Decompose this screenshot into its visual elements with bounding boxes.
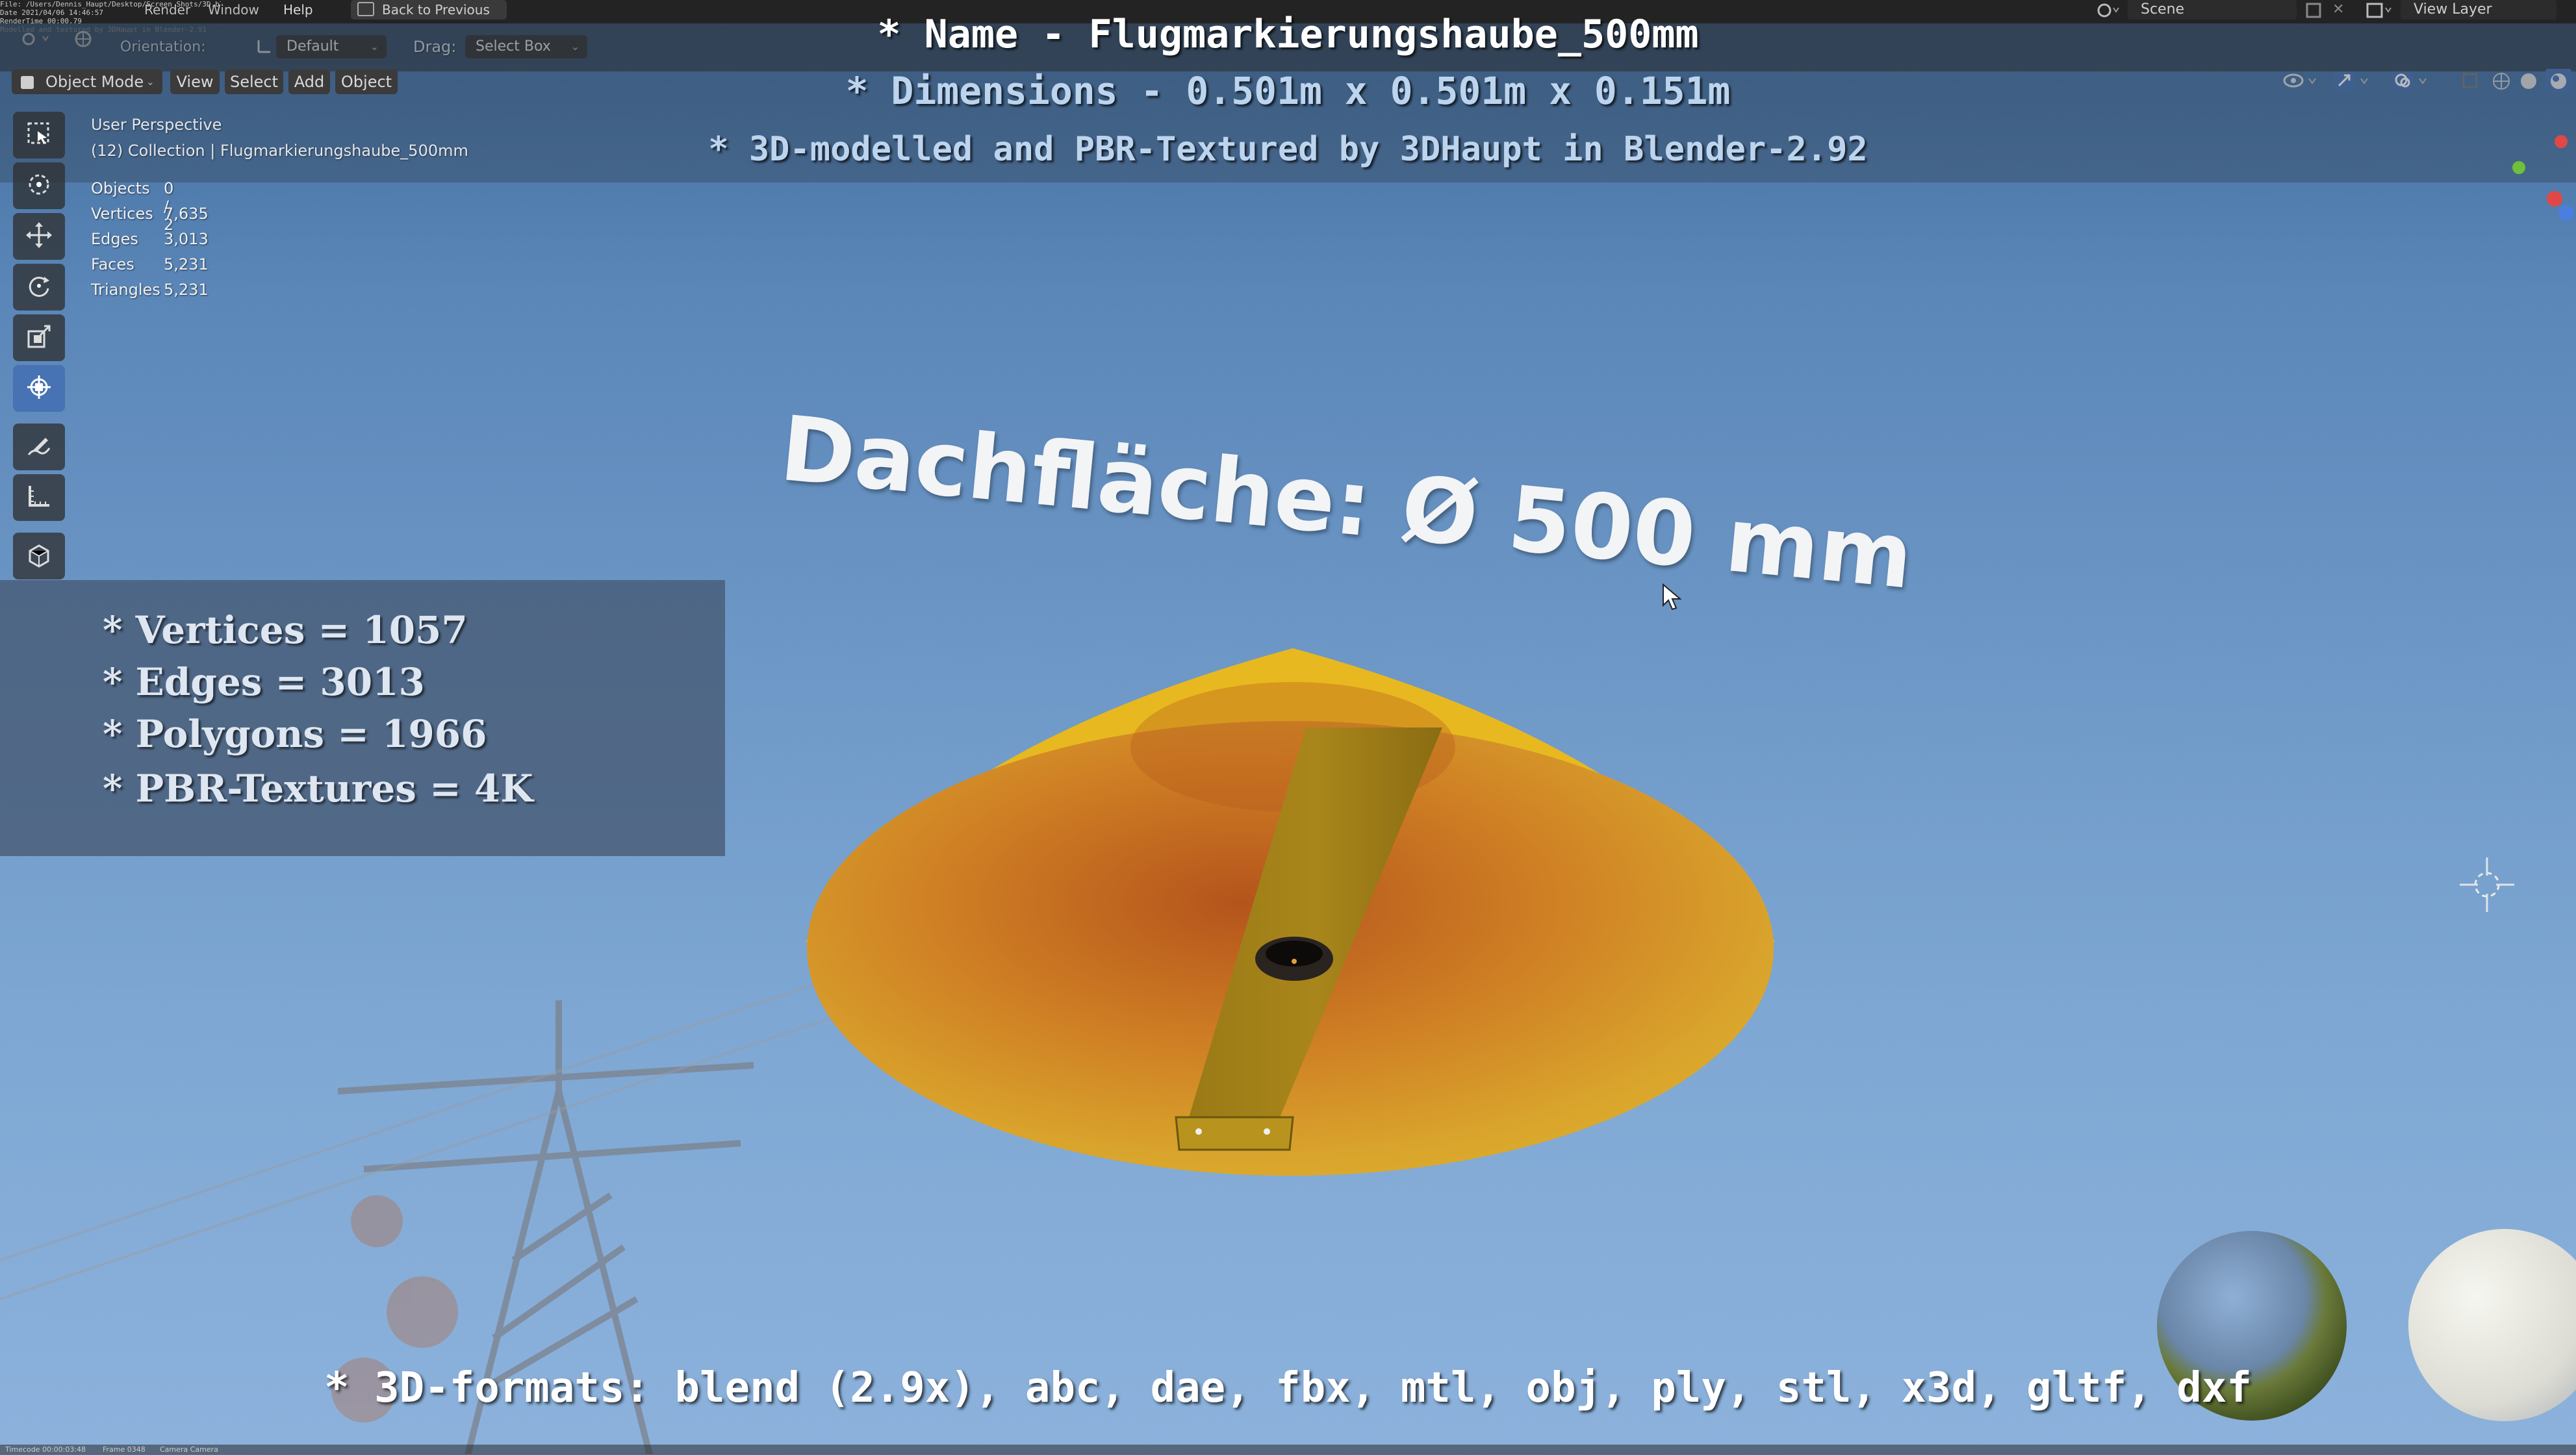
panel-vertices: * Vertices = 1057 xyxy=(103,608,468,652)
status-camera: Camera Camera xyxy=(160,1445,218,1454)
add-cube-icon xyxy=(25,540,53,572)
file-formats-line: * 3D-formats: blend (2.9x), abc, dae, fb… xyxy=(324,1364,2252,1412)
stat-value: 5,231 xyxy=(164,281,209,299)
scale-tool[interactable] xyxy=(13,314,65,361)
cursor-tool[interactable] xyxy=(13,162,65,209)
panel-textures: * PBR-Textures = 4K xyxy=(103,766,533,811)
mouse-pointer-icon xyxy=(1663,583,1682,611)
transform-tool[interactable] xyxy=(13,365,65,412)
stat-key: Vertices xyxy=(91,205,153,223)
tool-sidebar xyxy=(13,112,68,579)
select-box-icon xyxy=(25,120,53,151)
stat-key: Faces xyxy=(91,255,134,273)
annotate-tool[interactable] xyxy=(13,424,65,470)
measure-tool[interactable] xyxy=(13,474,65,521)
status-timecode: Timecode 00:00:03:48 xyxy=(5,1445,86,1454)
panel-polygons: * Polygons = 1966 xyxy=(103,712,487,756)
model-stats-panel: * Vertices = 1057 * Edges = 3013 * Polyg… xyxy=(0,580,725,856)
stat-key: Edges xyxy=(91,230,138,248)
stat-key: Triangles xyxy=(91,281,160,299)
status-bar: Timecode 00:00:03:48 Frame 0348 Camera C… xyxy=(0,1445,2576,1454)
viewport-collection: (12) Collection | Flugmarkierungshaube_5… xyxy=(91,142,468,160)
move-icon xyxy=(25,221,53,252)
move-tool[interactable] xyxy=(13,213,65,260)
stat-key: Objects xyxy=(91,179,150,197)
3d-cursor-icon[interactable] xyxy=(2457,855,2517,915)
panel-edges: * Edges = 3013 xyxy=(103,660,425,704)
stat-value: 3,013 xyxy=(164,230,209,248)
title-name: * Name - Flugmarkierungshaube_500mm xyxy=(877,12,1699,57)
scale-icon xyxy=(25,322,53,353)
measure-icon xyxy=(25,482,53,513)
navigation-gizmo[interactable] xyxy=(2509,116,2574,226)
stat-value: 7,635 xyxy=(164,205,209,223)
flight-marker-hood-model[interactable] xyxy=(799,643,1787,1189)
status-frame: Frame 0348 xyxy=(103,1445,146,1454)
select-box-tool[interactable] xyxy=(13,112,65,158)
stat-value: 5,231 xyxy=(164,255,209,273)
title-dimensions: * Dimensions - 0.501m x 0.501m x 0.151m xyxy=(845,69,1731,113)
rotate-icon xyxy=(25,272,53,303)
viewport-perspective: User Perspective xyxy=(91,116,222,134)
cursor-icon xyxy=(25,170,53,201)
transform-icon xyxy=(25,373,53,404)
annotate-icon xyxy=(25,431,53,462)
rotate-tool[interactable] xyxy=(13,264,65,310)
add-cube-tool[interactable] xyxy=(13,533,65,579)
